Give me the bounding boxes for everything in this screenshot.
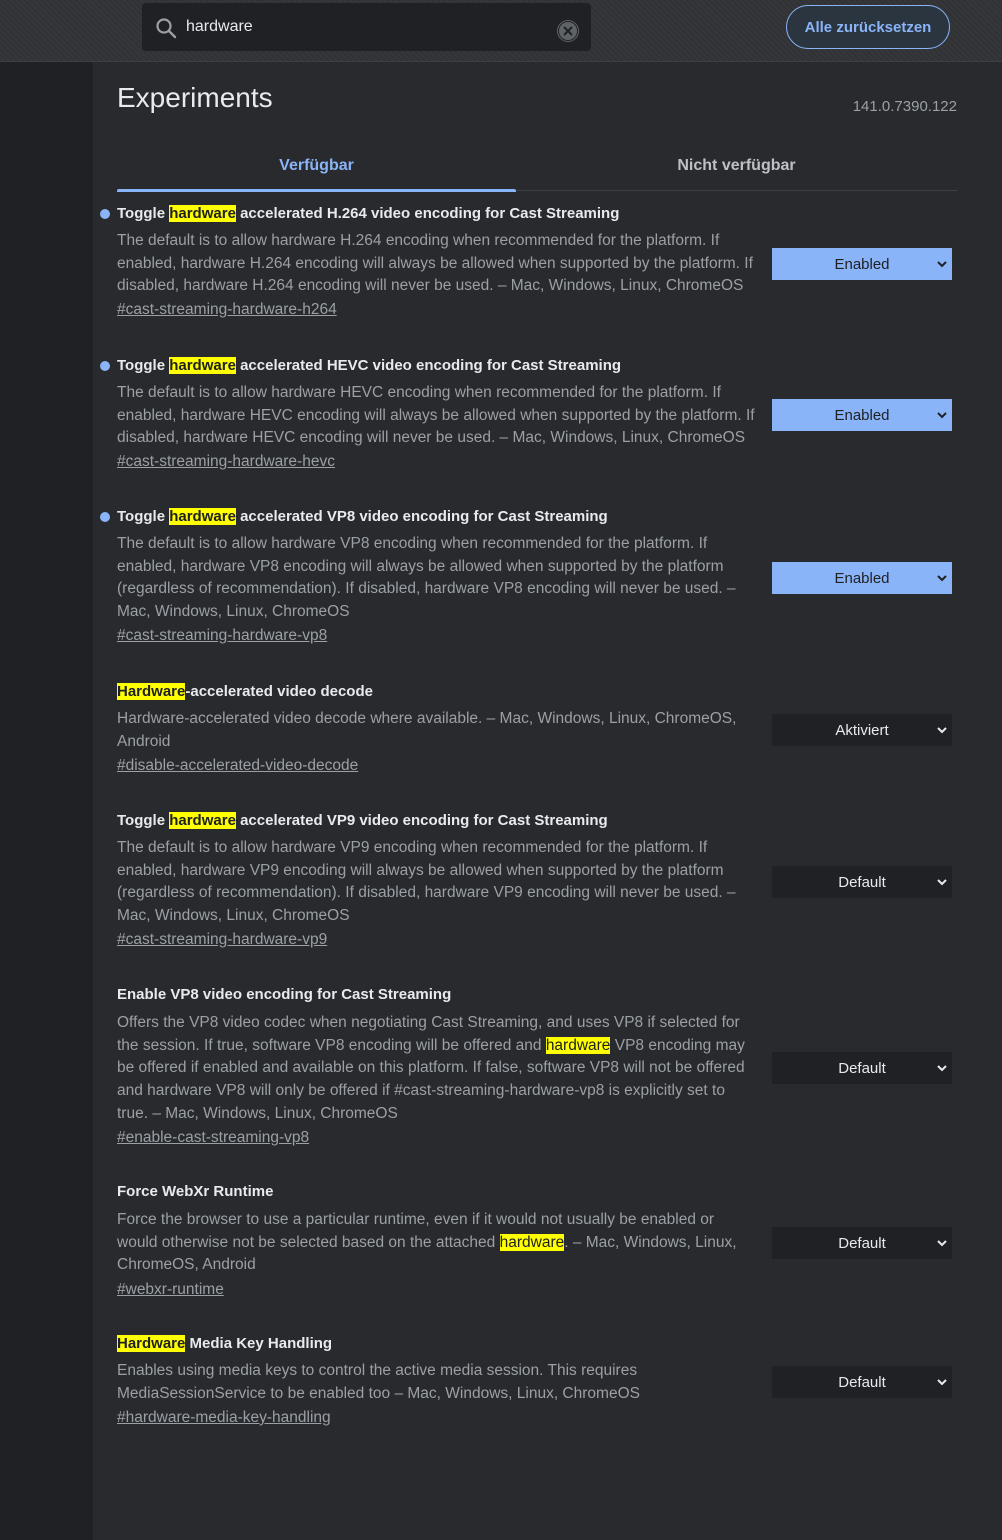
chevron-down-icon (937, 261, 947, 268)
experiment-select[interactable]: Enabled (772, 248, 952, 280)
experiment-title: Toggle hardware accelerated VP8 video en… (117, 508, 608, 525)
chevron-down-icon (937, 1240, 947, 1247)
chevron-down-icon (937, 1065, 947, 1072)
experiment-title: Toggle hardware accelerated H.264 video … (117, 205, 620, 222)
chevron-down-icon (937, 879, 947, 886)
experiment-select[interactable]: Enabled (772, 399, 952, 431)
experiment-permalink[interactable]: #enable-cast-streaming-vp8 (117, 1129, 757, 1147)
experiment-description: The default is to allow hardware H.264 e… (117, 232, 753, 295)
experiment-select[interactable]: Default (772, 1366, 952, 1398)
experiment-description: The default is to allow hardware VP8 enc… (117, 535, 736, 621)
experiment-description: Enables using media keys to control the … (117, 1362, 640, 1402)
version-label: 141.0.7390.122 (852, 98, 957, 115)
experiment-permalink[interactable]: #cast-streaming-hardware-vp9 (117, 931, 757, 949)
experiment-title: Hardware-accelerated video decode (117, 683, 373, 700)
experiment-description: Offers the VP8 video codec when negotiat… (117, 1014, 745, 1122)
experiment-cast-streaming-hardware-vp8: Toggle hardware accelerated VP8 video en… (93, 507, 1002, 662)
experiment-description: The default is to allow hardware VP9 enc… (117, 839, 736, 925)
experiment-disable-accelerated-video-decode: Hardware-accelerated video decode Hardwa… (93, 682, 1002, 792)
experiment-cast-streaming-hardware-vp9: Toggle hardware accelerated VP9 video en… (93, 811, 1002, 966)
experiment-select[interactable]: Default (772, 1052, 952, 1084)
experiment-permalink[interactable]: #cast-streaming-hardware-vp8 (117, 627, 757, 645)
experiment-permalink[interactable]: #hardware-media-key-handling (117, 1409, 757, 1427)
experiment-select[interactable]: Default (772, 866, 952, 898)
tab-available[interactable]: Verfügbar (117, 142, 516, 192)
experiment-permalink[interactable]: #cast-streaming-hardware-hevc (117, 453, 757, 471)
experiment-title: Toggle hardware accelerated HEVC video e… (117, 357, 622, 374)
tab-bar: Verfügbar Nicht verfügbar (117, 142, 957, 192)
chevron-down-icon (937, 412, 947, 419)
chevron-down-icon (937, 727, 947, 734)
search-icon (156, 18, 177, 39)
reset-all-button[interactable]: Alle zurücksetzen (786, 5, 950, 49)
experiment-select[interactable]: Default (772, 1227, 952, 1259)
experiment-description: Hardware-accelerated video decode where … (117, 710, 737, 750)
page-title: Experiments (117, 82, 273, 113)
experiment-permalink[interactable]: #cast-streaming-hardware-h264 (117, 301, 757, 319)
experiment-title: Enable VP8 video encoding for Cast Strea… (117, 986, 452, 1003)
experiment-description: The default is to allow hardware HEVC en… (117, 384, 755, 447)
chevron-down-icon (937, 1379, 947, 1386)
clear-search-icon[interactable] (556, 19, 580, 43)
experiment-hardware-media-key-handling: Hardware Media Key Handling Enables usin… (93, 1334, 1002, 1444)
experiment-enable-cast-streaming-vp8: Enable VP8 video encoding for Cast Strea… (93, 985, 1002, 1165)
search-box[interactable] (142, 3, 591, 51)
header-bar: Alle zurücksetzen (0, 0, 1002, 62)
tab-unavailable[interactable]: Nicht verfügbar (537, 142, 936, 190)
chevron-down-icon (937, 575, 947, 582)
experiment-permalink[interactable]: #webxr-runtime (117, 1281, 757, 1299)
experiment-title: Hardware Media Key Handling (117, 1335, 333, 1352)
experiment-webxr-runtime: Force WebXr Runtime Force the browser to… (93, 1182, 1002, 1312)
experiment-title: Toggle hardware accelerated VP9 video en… (117, 812, 608, 829)
experiment-select[interactable]: Aktiviert (772, 714, 952, 746)
modified-indicator (100, 209, 110, 219)
experiment-title: Force WebXr Runtime (117, 1183, 274, 1200)
experiment-description: Force the browser to use a particular ru… (117, 1211, 737, 1274)
modified-indicator (100, 512, 110, 522)
experiment-cast-streaming-hardware-h264: Toggle hardware accelerated H.264 video … (93, 204, 1002, 334)
experiment-select[interactable]: Enabled (772, 562, 952, 594)
modified-indicator (100, 361, 110, 371)
experiment-permalink[interactable]: #disable-accelerated-video-decode (117, 757, 757, 775)
search-input[interactable] (186, 15, 546, 39)
experiment-cast-streaming-hardware-hevc: Toggle hardware accelerated HEVC video e… (93, 356, 1002, 486)
experiments-panel: Experiments 141.0.7390.122 Verfügbar Nic… (93, 62, 1002, 1540)
